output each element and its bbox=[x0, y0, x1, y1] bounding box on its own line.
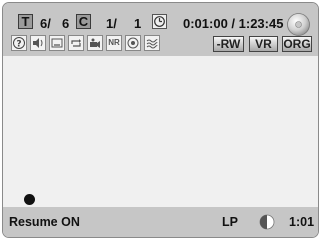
resume-status: Resume ON bbox=[9, 215, 80, 229]
disc-icon bbox=[287, 13, 310, 36]
disc-remaining-icon bbox=[259, 214, 275, 230]
repeat-icon bbox=[68, 35, 84, 51]
status-bar: T 6/ 6 C 1/ 1 0:01:00 / 1:23:45 ? NR -RW… bbox=[3, 3, 318, 56]
bottom-status-bar: Resume ON LP 1:01 bbox=[3, 207, 318, 237]
svg-text:?: ? bbox=[16, 40, 21, 50]
audio-icon bbox=[30, 35, 46, 51]
help-icon: ? bbox=[11, 35, 27, 51]
original-badge: ORG bbox=[282, 36, 312, 52]
chapter-indicator: C bbox=[76, 14, 91, 29]
title-indicator: T bbox=[18, 14, 33, 29]
recording-indicator-dot bbox=[24, 194, 35, 205]
time-display: 0:01:00 / 1:23:45 bbox=[183, 16, 284, 31]
osd-screen: T 6/ 6 C 1/ 1 0:01:00 / 1:23:45 ? NR -RW… bbox=[2, 2, 319, 238]
picture-adjust-icon bbox=[144, 35, 160, 51]
chapter-current: 1/ bbox=[106, 16, 117, 31]
record-mode: LP bbox=[222, 215, 238, 229]
clock-icon bbox=[152, 14, 167, 29]
chapter-total: 1 bbox=[134, 16, 142, 31]
playback-info-row: T 6/ 6 C 1/ 1 0:01:00 / 1:23:45 bbox=[3, 10, 318, 36]
recording-format-badge: VR bbox=[249, 36, 278, 52]
remaining-time: 1:01 bbox=[289, 215, 315, 229]
disc-format-badge: -RW bbox=[213, 36, 244, 52]
title-current: 6/ bbox=[40, 16, 51, 31]
angle-icon bbox=[87, 35, 103, 51]
zoom-icon bbox=[125, 35, 141, 51]
title-total: 6 bbox=[62, 16, 70, 31]
noise-reduction-icon: NR bbox=[106, 35, 122, 51]
subtitle-icon bbox=[49, 35, 65, 51]
